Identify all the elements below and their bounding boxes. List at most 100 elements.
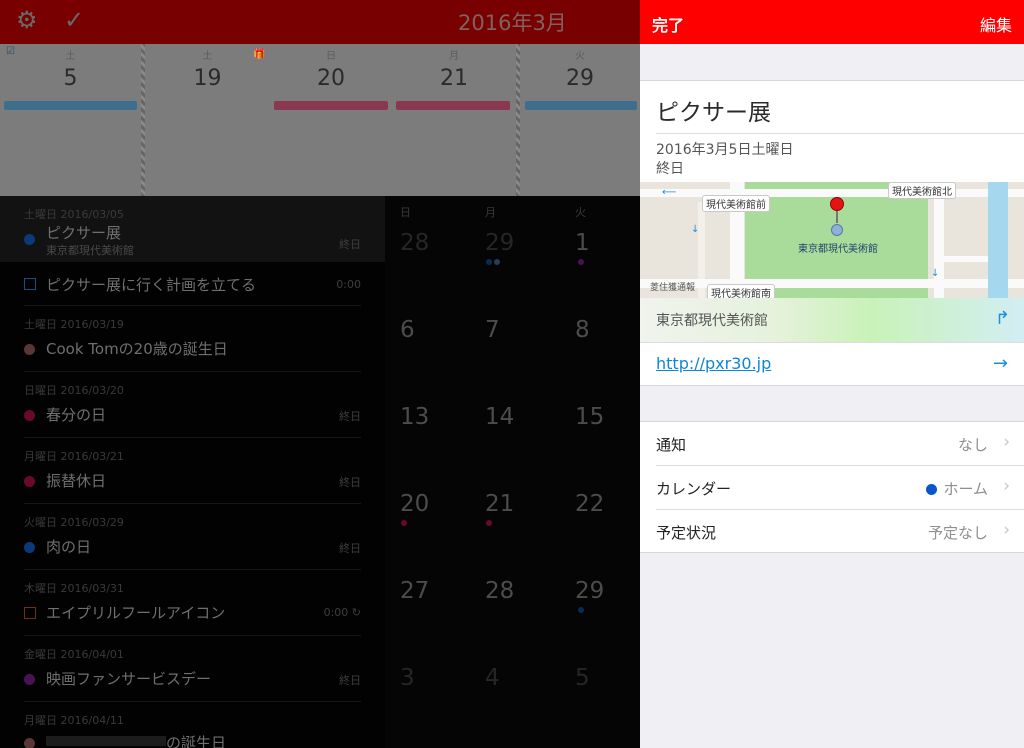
- list-item[interactable]: 月曜日 2016/04/11 の誕生日: [0, 702, 385, 748]
- event-title: ピクサー展: [46, 224, 122, 242]
- setting-label: 通知: [656, 436, 687, 454]
- weekday-label: 火: [575, 206, 586, 219]
- date-header: 月曜日 2016/04/11: [24, 714, 124, 727]
- day-column[interactable]: 月 21: [392, 44, 516, 196]
- calendar-day[interactable]: 7: [485, 317, 500, 343]
- checkmark-icon[interactable]: ✓: [64, 6, 84, 34]
- calendar-dot-icon: [24, 410, 35, 421]
- calendar-row[interactable]: カレンダー ホーム ›: [640, 466, 1024, 510]
- day-weekday: 月: [449, 51, 459, 62]
- venue-row[interactable]: 東京都現代美術館 ↱: [640, 298, 1024, 342]
- list-item[interactable]: 日曜日 2016/03/20 春分の日 終日: [0, 372, 385, 438]
- map-label: 現代美術館前: [702, 195, 770, 212]
- one-way-arrow-icon: ↓: [691, 224, 700, 235]
- birthday-icon: [24, 738, 35, 748]
- background-calendar-app: ⚙ ✓ 2016年3月 ☑ 土 5 🎁 土 19 日 20 月 21 火 29 …: [0, 0, 640, 748]
- date-header: 土曜日 2016/03/19: [24, 318, 124, 331]
- calendar-day[interactable]: 29: [485, 230, 514, 256]
- alert-row[interactable]: 通知 なし ›: [640, 422, 1024, 466]
- list-item[interactable]: ピクサー展に行く計画を立てる 0:00: [0, 262, 385, 306]
- calendar-day[interactable]: 6: [400, 317, 415, 343]
- task-checkbox[interactable]: [24, 278, 36, 290]
- calendar-dot-icon: [24, 674, 35, 685]
- list-item[interactable]: 土曜日 2016/03/19 Cook Tomの20歳の誕生日: [0, 306, 385, 372]
- event-dot: [578, 607, 584, 613]
- day-number: 19: [193, 66, 222, 91]
- event-title: ピクサー展に行く計画を立てる: [46, 276, 257, 294]
- list-item[interactable]: 木曜日 2016/03/31 エイプリルフールアイコン 0:00 ↻: [0, 570, 385, 636]
- calendar-day[interactable]: 15: [575, 404, 604, 430]
- date-header: 木曜日 2016/03/31: [24, 582, 124, 595]
- event-dot: [486, 259, 492, 265]
- open-link-arrow-icon[interactable]: →: [993, 353, 1008, 374]
- setting-value: ホーム: [943, 480, 988, 498]
- gear-icon[interactable]: ⚙: [16, 6, 38, 34]
- event-bar: [4, 101, 137, 110]
- calendar-day[interactable]: 3: [400, 665, 415, 691]
- event-location: 東京都現代美術館: [46, 244, 134, 257]
- day-column[interactable]: 🎁 土 19: [145, 44, 270, 196]
- calendar-day[interactable]: 5: [575, 665, 590, 691]
- calendar-day[interactable]: 22: [575, 491, 604, 517]
- calendar-day[interactable]: 8: [575, 317, 590, 343]
- day-number: 29: [566, 66, 594, 91]
- calendar-day[interactable]: 20: [400, 491, 429, 517]
- event-detail-panel: 完了 編集 ピクサー展 2016年3月5日土曜日 終日 現代美術館前 現代美術館…: [640, 0, 1024, 748]
- event-title: 肉の日: [46, 538, 92, 556]
- day-weekday: 日: [326, 51, 336, 62]
- event-dot: [401, 520, 407, 526]
- day-column[interactable]: ☑ 土 5: [0, 44, 141, 196]
- calendar-day[interactable]: 28: [485, 578, 514, 604]
- one-way-arrow-icon: ⟵: [662, 187, 677, 198]
- event-bar: [396, 101, 510, 110]
- setting-value: なし: [957, 436, 988, 454]
- event-time: 0:00: [336, 278, 361, 291]
- calendar-day[interactable]: 4: [485, 665, 500, 691]
- calendar-day[interactable]: 1: [575, 230, 590, 256]
- availability-row[interactable]: 予定状況 予定なし ›: [640, 510, 1024, 554]
- map-label: 現代美術館南: [707, 284, 775, 298]
- event-time: 終日: [339, 542, 361, 555]
- date-header: 金曜日 2016/04/01: [24, 648, 124, 661]
- list-item[interactable]: 火曜日 2016/03/29 肉の日 終日: [0, 504, 385, 570]
- event-time: 終日: [339, 238, 361, 251]
- list-item[interactable]: 月曜日 2016/03/21 振替休日 終日: [0, 438, 385, 504]
- event-bar: [274, 101, 388, 110]
- road: [934, 256, 988, 262]
- day-column[interactable]: 火 29: [520, 44, 640, 196]
- calendar-day[interactable]: 13: [400, 404, 429, 430]
- list-item[interactable]: 金曜日 2016/04/01 映画ファンサービスデー 終日: [0, 636, 385, 702]
- chevron-right-icon: ›: [1003, 520, 1010, 540]
- url-row[interactable]: http://pxr30.jp →: [640, 342, 1024, 386]
- event-url-link[interactable]: http://pxr30.jp: [656, 354, 771, 373]
- edit-button[interactable]: 編集: [980, 12, 1012, 36]
- map-pin-icon[interactable]: [830, 197, 844, 211]
- setting-value-wrap: ホーム: [926, 478, 988, 499]
- calendar-day[interactable]: 29: [575, 578, 604, 604]
- calendar-day[interactable]: 28: [400, 230, 429, 256]
- calendar-day[interactable]: 14: [485, 404, 514, 430]
- month-grid: 日 月 火 28 29 1 6 7 8 13 14 15 20 21 22 27…: [385, 196, 640, 748]
- list-item[interactable]: 土曜日 2016/03/05 ピクサー展 東京都現代美術館 終日: [0, 196, 385, 262]
- event-title: 春分の日: [46, 406, 107, 424]
- calendar-day[interactable]: 21: [485, 491, 514, 517]
- event-info-card: ピクサー展 2016年3月5日土曜日 終日: [640, 80, 1024, 182]
- directions-icon[interactable]: ↱: [995, 308, 1010, 329]
- day-column[interactable]: 日 20: [270, 44, 392, 196]
- event-title: 映画ファンサービスデー: [46, 670, 212, 688]
- done-button[interactable]: 完了: [652, 12, 684, 36]
- calendar-dot-icon: [24, 234, 35, 245]
- chevron-right-icon: ›: [1003, 432, 1010, 452]
- event-title: Cook Tomの20歳の誕生日: [46, 340, 228, 358]
- day-number: 21: [440, 66, 468, 91]
- task-checkbox[interactable]: [24, 607, 36, 619]
- agenda-list: 土曜日 2016/03/05 ピクサー展 東京都現代美術館 終日 ピクサー展に行…: [0, 196, 385, 748]
- day-number: 5: [63, 66, 78, 91]
- event-title: ピクサー展: [656, 100, 771, 126]
- month-title: 2016年3月: [458, 11, 567, 35]
- location-map[interactable]: 現代美術館前 現代美術館北 現代美術館南 菱住獲通報 東京都現代美術館 ⟵ ↓ …: [640, 182, 1024, 298]
- event-dot: [486, 520, 492, 526]
- calendar-day[interactable]: 27: [400, 578, 429, 604]
- map-label: 菱住獲通報: [650, 283, 696, 293]
- date-header: 土曜日 2016/03/05: [24, 208, 124, 221]
